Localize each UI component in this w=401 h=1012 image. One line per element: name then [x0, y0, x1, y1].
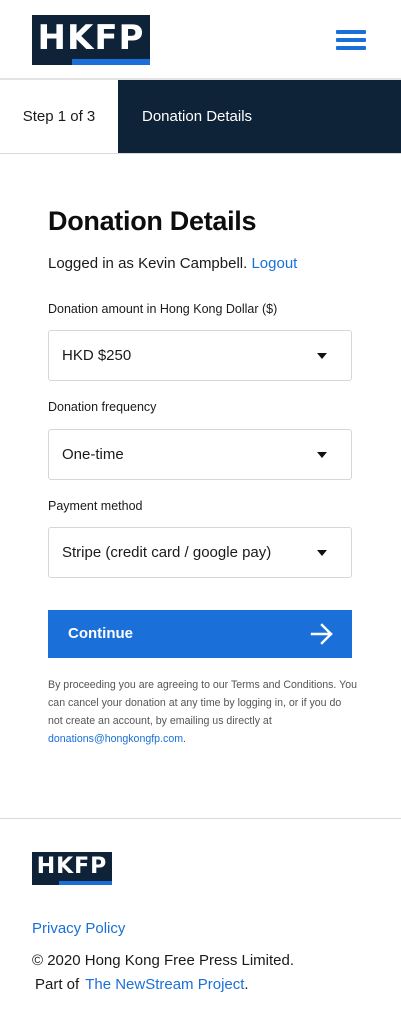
- frequency-select[interactable]: One-time: [48, 429, 352, 480]
- logout-link[interactable]: Logout: [251, 255, 297, 272]
- caret-down-icon: [317, 353, 327, 359]
- payment-select[interactable]: Stripe (credit card / google pay): [48, 527, 352, 578]
- site-footer: HKFP Privacy Policy © 2020 Hong Kong Fre…: [0, 819, 401, 1012]
- payment-label: Payment method: [48, 499, 143, 513]
- frequency-label: Donation frequency: [48, 400, 157, 414]
- menu-bar: [336, 38, 366, 42]
- donations-email-link[interactable]: donations@hongkongfp.com: [48, 733, 183, 745]
- continue-label: Continue: [68, 625, 133, 642]
- newstream-project-link[interactable]: The NewStream Project: [85, 976, 244, 993]
- menu-bar: [336, 30, 366, 34]
- caret-down-icon: [317, 452, 327, 458]
- footer-logo-text: HKFP: [36, 854, 108, 879]
- frequency-select-value: One-time: [62, 446, 124, 463]
- logo-text: HKFP: [37, 18, 145, 58]
- continue-button[interactable]: Continue: [48, 610, 352, 658]
- logged-in-text: Logged in as Kevin Campbell.: [48, 255, 248, 272]
- footer-logo[interactable]: HKFP: [32, 852, 112, 885]
- footer-logo-stripe: [59, 881, 112, 885]
- step-progress-bar: Step 1 of 3 Donation Details: [0, 80, 401, 154]
- amount-label: Donation amount in Hong Kong Dollar ($): [48, 302, 278, 316]
- page-title: Donation Details: [48, 206, 257, 236]
- arrow-right-icon: [310, 623, 333, 645]
- part-of-text: Part of: [35, 976, 80, 993]
- part-of-end: .: [244, 976, 249, 993]
- hamburger-menu-icon[interactable]: [336, 30, 366, 52]
- logo-stripe: [72, 59, 150, 65]
- current-step-label: Donation Details: [118, 80, 401, 153]
- amount-select[interactable]: HKD $250: [48, 330, 352, 381]
- amount-select-value: HKD $250: [62, 347, 132, 364]
- step-count: Step 1 of 3: [22, 108, 96, 125]
- caret-down-icon: [317, 550, 327, 556]
- copyright-text: © 2020 Hong Kong Free Press Limited.: [32, 952, 295, 969]
- terms-end: .: [183, 733, 186, 745]
- login-status: Logged in as Kevin Campbell. Logout: [48, 255, 297, 272]
- privacy-policy-link[interactable]: Privacy Policy: [32, 920, 125, 937]
- payment-select-value: Stripe (credit card / google pay): [62, 544, 272, 561]
- terms-notice: By proceeding you are agreeing to our Te…: [48, 676, 358, 748]
- hkfp-logo[interactable]: HKFP: [32, 15, 150, 65]
- terms-text: By proceeding you are agreeing to our Te…: [48, 679, 357, 727]
- menu-bar: [336, 46, 366, 50]
- part-of-line: Part of The NewStream Project.: [35, 976, 249, 993]
- donation-form: Donation Details Logged in as Kevin Camp…: [0, 154, 401, 819]
- site-header: HKFP: [0, 0, 401, 80]
